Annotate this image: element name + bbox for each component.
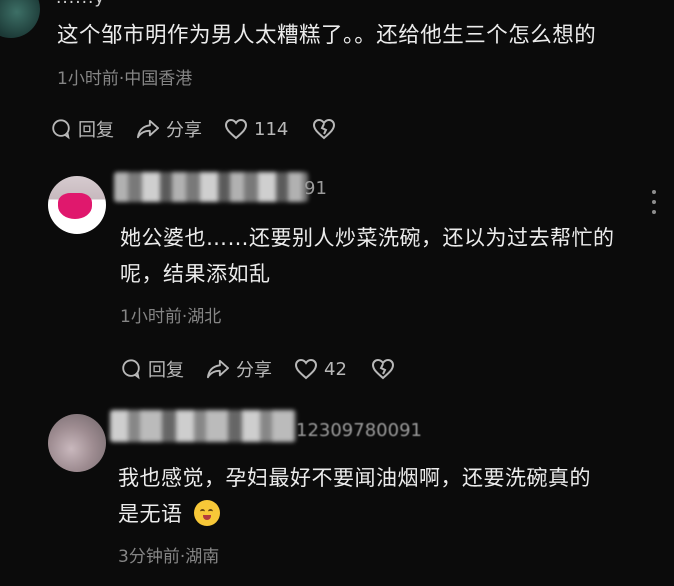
comment-text-line2: 呢，结果添如乱 [120, 262, 271, 286]
share-arrow-icon [137, 119, 159, 139]
reply-label: 回复 [78, 120, 114, 141]
dislike-button[interactable] [371, 358, 395, 380]
more-vertical-icon[interactable] [652, 190, 660, 214]
share-label: 分享 [166, 120, 202, 141]
like-count: 114 [254, 118, 289, 140]
share-button[interactable]: 分享 [206, 356, 272, 382]
comment-actions: 回复 分享 42 [120, 356, 395, 382]
like-button[interactable]: 114 [224, 118, 288, 140]
like-count: 42 [324, 358, 347, 380]
reply-bubble-icon [52, 119, 70, 140]
share-arrow-icon [207, 359, 229, 379]
reply-button[interactable]: 回复 [120, 356, 184, 382]
comment-text: 这个邹市明作为男人太糟糕了。。还给他生三个怎么想的 [57, 23, 597, 48]
comment-text: 她公婆也……还要别人炒菜洗碗，还以为过去帮忙的 [120, 226, 615, 250]
like-button[interactable]: 42 [294, 358, 347, 380]
reply-label: 回复 [148, 360, 184, 381]
username-blurred[interactable] [114, 172, 308, 202]
username-tail: 12309780091 [296, 420, 422, 441]
comment-text-line2: 是无语 [118, 502, 183, 526]
reply-button[interactable]: 回复 [50, 116, 114, 142]
dislike-button[interactable] [312, 118, 336, 140]
broken-heart-icon [313, 118, 336, 140]
username-tail: 91 [304, 178, 327, 199]
comment-actions: 回复 分享 114 [50, 116, 336, 142]
comment-meta: 1小时前·中国香港 [57, 69, 193, 89]
avatar[interactable] [0, 0, 40, 38]
avatar[interactable] [48, 176, 106, 234]
share-label: 分享 [236, 360, 272, 381]
username-blurred[interactable] [110, 410, 296, 442]
heart-outline-icon [294, 358, 318, 380]
comment-text-line2-wrap: 是无语 [118, 496, 220, 532]
avatar[interactable] [48, 414, 106, 472]
heart-outline-icon [224, 118, 248, 140]
broken-heart-icon [371, 358, 394, 380]
username[interactable]: ......y [56, 0, 105, 8]
blushing-face-emoji [193, 500, 220, 526]
comment-text: 我也感觉，孕妇最好不要闻油烟啊，还要洗碗真的 [118, 466, 591, 490]
comment-meta: 1小时前·湖北 [120, 307, 222, 327]
share-button[interactable]: 分享 [136, 116, 202, 142]
reply-bubble-icon [122, 359, 140, 380]
comment-meta: 3分钟前·湖南 [118, 547, 220, 567]
